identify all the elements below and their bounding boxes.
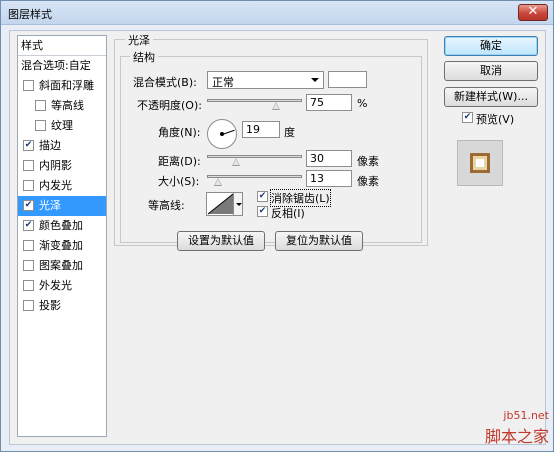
- cancel-button[interactable]: 取消: [444, 61, 538, 81]
- angle-label: 角度(N):: [158, 126, 201, 139]
- style-list-item-label: 等高线: [51, 99, 84, 112]
- chevron-down-icon: [311, 78, 319, 82]
- style-checkbox[interactable]: [35, 120, 46, 131]
- opacity-label: 不透明度(O):: [137, 99, 202, 112]
- style-list-item[interactable]: 颜色叠加: [18, 216, 106, 236]
- size-input[interactable]: 13: [306, 170, 352, 187]
- style-checkbox[interactable]: [23, 80, 34, 91]
- layer-style-dialog: 图层样式 ✕ 样式 混合选项:自定 斜面和浮雕等高线纹理描边内阴影内发光光泽颜色…: [0, 0, 554, 452]
- style-checkbox[interactable]: [23, 200, 34, 211]
- style-list-item-label: 斜面和浮雕: [39, 79, 94, 92]
- angle-input[interactable]: 19: [242, 121, 280, 138]
- opacity-unit: %: [357, 97, 368, 110]
- anti-alias-checkbox[interactable]: [257, 191, 268, 202]
- style-preview-thumbnail: [457, 140, 503, 186]
- distance-unit: 像素: [357, 155, 379, 168]
- distance-input[interactable]: 30: [306, 150, 352, 167]
- distance-slider[interactable]: [207, 155, 302, 158]
- close-button[interactable]: ✕: [518, 4, 548, 21]
- opacity-input[interactable]: 75: [306, 94, 352, 111]
- style-list-item-label: 外发光: [39, 279, 72, 292]
- size-unit: 像素: [357, 175, 379, 188]
- contour-label: 等高线:: [148, 199, 185, 212]
- style-checkbox[interactable]: [23, 140, 34, 151]
- ok-button[interactable]: 确定: [444, 36, 538, 56]
- anti-alias-label: 消除锯齿(L): [270, 189, 331, 207]
- style-list-item-label: 图案叠加: [39, 259, 83, 272]
- blend-mode-select[interactable]: 正常: [207, 71, 324, 89]
- style-list-item[interactable]: 描边: [18, 136, 106, 156]
- style-list-item[interactable]: 外发光: [18, 276, 106, 296]
- angle-dial-hand: [222, 129, 235, 135]
- style-checkbox[interactable]: [23, 160, 34, 171]
- preview-label: 预览(V): [476, 113, 515, 126]
- title-bar[interactable]: 图层样式 ✕: [1, 1, 553, 25]
- preview-checkbox[interactable]: [462, 112, 473, 123]
- size-label: 大小(S):: [158, 175, 200, 188]
- contour-dropdown-button[interactable]: [233, 193, 242, 215]
- style-list: 样式 混合选项:自定 斜面和浮雕等高线纹理描边内阴影内发光光泽颜色叠加渐变叠加图…: [17, 35, 107, 437]
- blend-mode-value: 正常: [212, 76, 234, 89]
- window-title: 图层样式: [8, 8, 52, 21]
- style-list-item[interactable]: 等高线: [18, 96, 106, 116]
- style-checkbox[interactable]: [35, 100, 46, 111]
- style-list-item[interactable]: 渐变叠加: [18, 236, 106, 256]
- contour-picker[interactable]: [206, 192, 243, 216]
- style-list-item[interactable]: 斜面和浮雕: [18, 76, 106, 96]
- style-list-item-label: 光泽: [39, 199, 61, 212]
- blend-options-item[interactable]: 混合选项:自定: [18, 56, 106, 76]
- style-list-item-label: 描边: [39, 139, 61, 152]
- style-list-header[interactable]: 样式: [18, 36, 106, 56]
- set-default-button[interactable]: 设置为默认值: [177, 231, 265, 251]
- opacity-slider-thumb[interactable]: [272, 102, 280, 110]
- blend-mode-label: 混合模式(B):: [133, 76, 197, 89]
- distance-label: 距离(D):: [158, 155, 201, 168]
- preview-center: [476, 159, 484, 167]
- contour-curve-icon: [207, 193, 234, 215]
- opacity-slider[interactable]: [207, 99, 302, 102]
- style-checkbox[interactable]: [23, 220, 34, 231]
- style-list-item-label: 投影: [39, 299, 61, 312]
- style-list-item-label: 内阴影: [39, 159, 72, 172]
- satin-group-title: 光泽: [125, 32, 153, 48]
- distance-slider-thumb[interactable]: [232, 158, 240, 166]
- style-list-item[interactable]: 内发光: [18, 176, 106, 196]
- style-list-item[interactable]: 纹理: [18, 116, 106, 136]
- style-list-item[interactable]: 内阴影: [18, 156, 106, 176]
- style-list-item-label: 纹理: [51, 119, 73, 132]
- style-list-item[interactable]: 光泽: [18, 196, 106, 216]
- style-checkbox[interactable]: [23, 240, 34, 251]
- style-checkbox[interactable]: [23, 300, 34, 311]
- style-list-item-label: 颜色叠加: [39, 219, 83, 232]
- new-style-button[interactable]: 新建样式(W)...: [444, 87, 538, 107]
- dialog-body: 样式 混合选项:自定 斜面和浮雕等高线纹理描边内阴影内发光光泽颜色叠加渐变叠加图…: [9, 30, 546, 445]
- watermark-site: jb51.net: [503, 409, 549, 422]
- invert-label: 反相(I): [271, 207, 305, 220]
- watermark: jb51.net 脚本之家: [475, 409, 554, 452]
- invert-checkbox[interactable]: [257, 206, 268, 217]
- style-list-item[interactable]: 投影: [18, 296, 106, 316]
- angle-unit: 度: [284, 126, 295, 139]
- style-list-item-label: 渐变叠加: [39, 239, 83, 252]
- style-list-item-label: 内发光: [39, 179, 72, 192]
- style-list-item[interactable]: 图案叠加: [18, 256, 106, 276]
- style-checkbox[interactable]: [23, 280, 34, 291]
- style-checkbox[interactable]: [23, 260, 34, 271]
- satin-color-swatch[interactable]: [328, 71, 367, 88]
- angle-dial[interactable]: [207, 119, 237, 149]
- size-slider-thumb[interactable]: [214, 178, 222, 186]
- structure-group-title: 结构: [130, 49, 158, 65]
- watermark-name: 脚本之家: [484, 427, 549, 446]
- reset-default-button[interactable]: 复位为默认值: [275, 231, 363, 251]
- style-checkbox[interactable]: [23, 180, 34, 191]
